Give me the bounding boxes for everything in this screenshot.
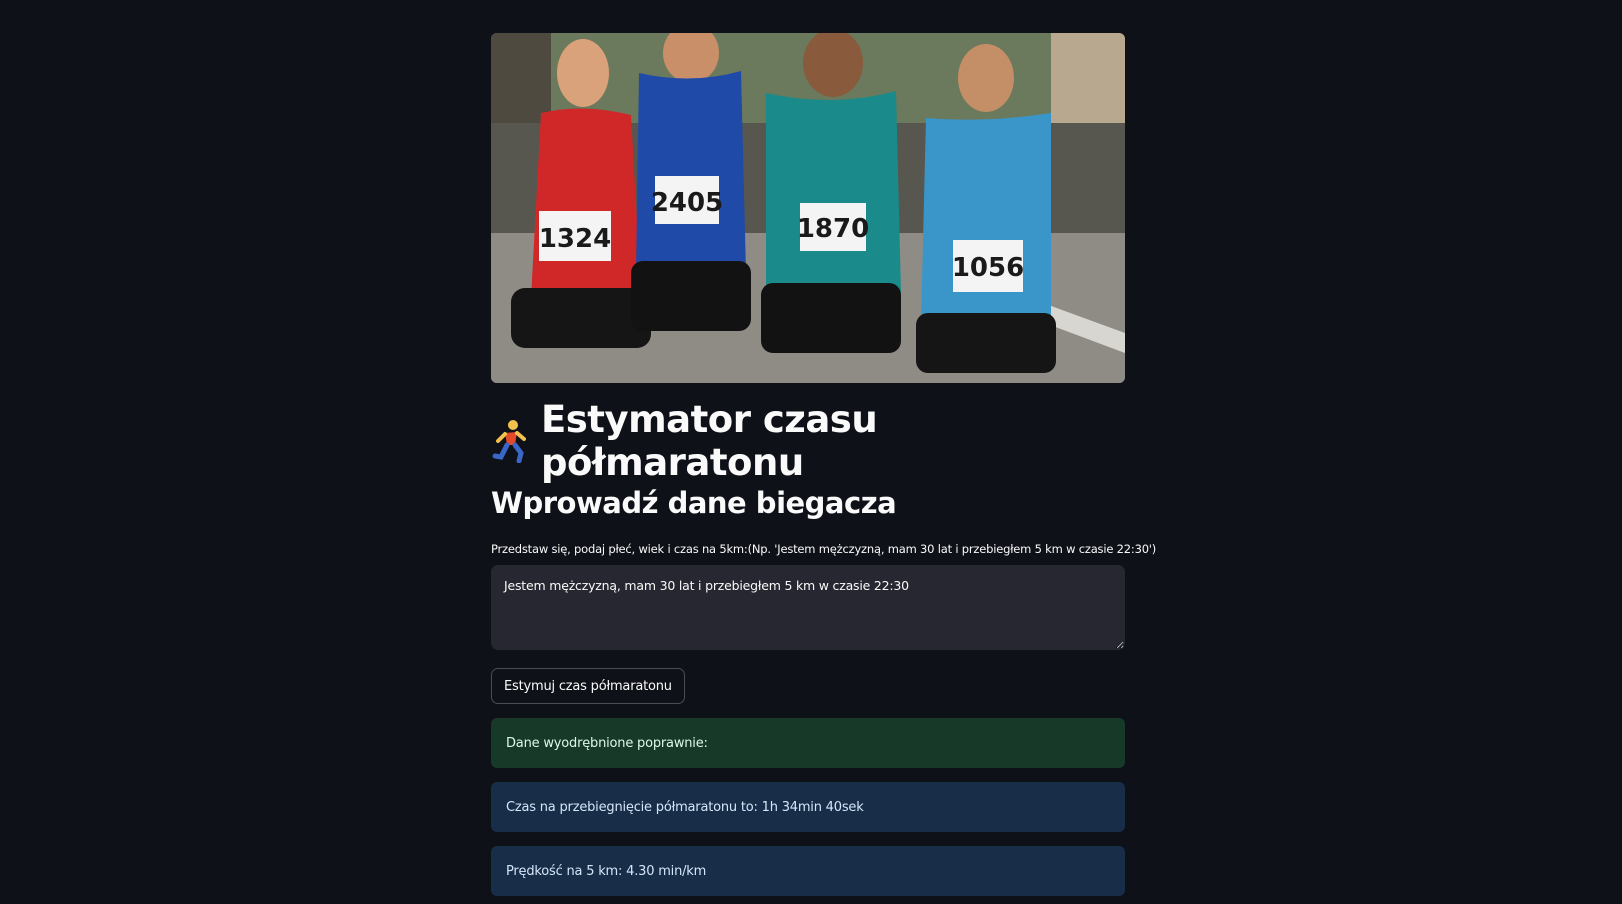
input-label: Przedstaw się, podaj płeć, wiek i czas n… bbox=[491, 542, 1157, 556]
bib-4: 1056 bbox=[952, 253, 1024, 283]
runner-description-input[interactable]: Jestem mężczyzną, mam 30 lat i przebiegł… bbox=[491, 565, 1125, 650]
result-time-alert: Czas na przebiegnięcie półmaratonu to: 1… bbox=[491, 782, 1125, 832]
result-pace-alert: Prędkość na 5 km: 4.30 min/km bbox=[491, 846, 1125, 896]
hero-image: 1324 2405 1870 1056 bbox=[491, 33, 1125, 383]
page-title-text: Estymator czasu półmaratonu bbox=[541, 398, 878, 484]
bib-2: 2405 bbox=[651, 188, 723, 218]
section-heading: Wprowadź dane biegacza bbox=[491, 486, 897, 520]
estimate-button[interactable]: Estymuj czas półmaratonu bbox=[491, 668, 685, 704]
bib-3: 1870 bbox=[797, 214, 869, 244]
page-title: Estymator czasu półmaratonu bbox=[491, 398, 1125, 484]
bib-1: 1324 bbox=[539, 224, 611, 254]
running-person-icon bbox=[491, 419, 529, 464]
main-container: 1324 2405 1870 1056 Estymator czasu półm… bbox=[491, 33, 1157, 896]
runners-illustration: 1324 2405 1870 1056 bbox=[491, 33, 1125, 383]
success-alert: Dane wyodrębnione poprawnie: bbox=[491, 718, 1125, 768]
